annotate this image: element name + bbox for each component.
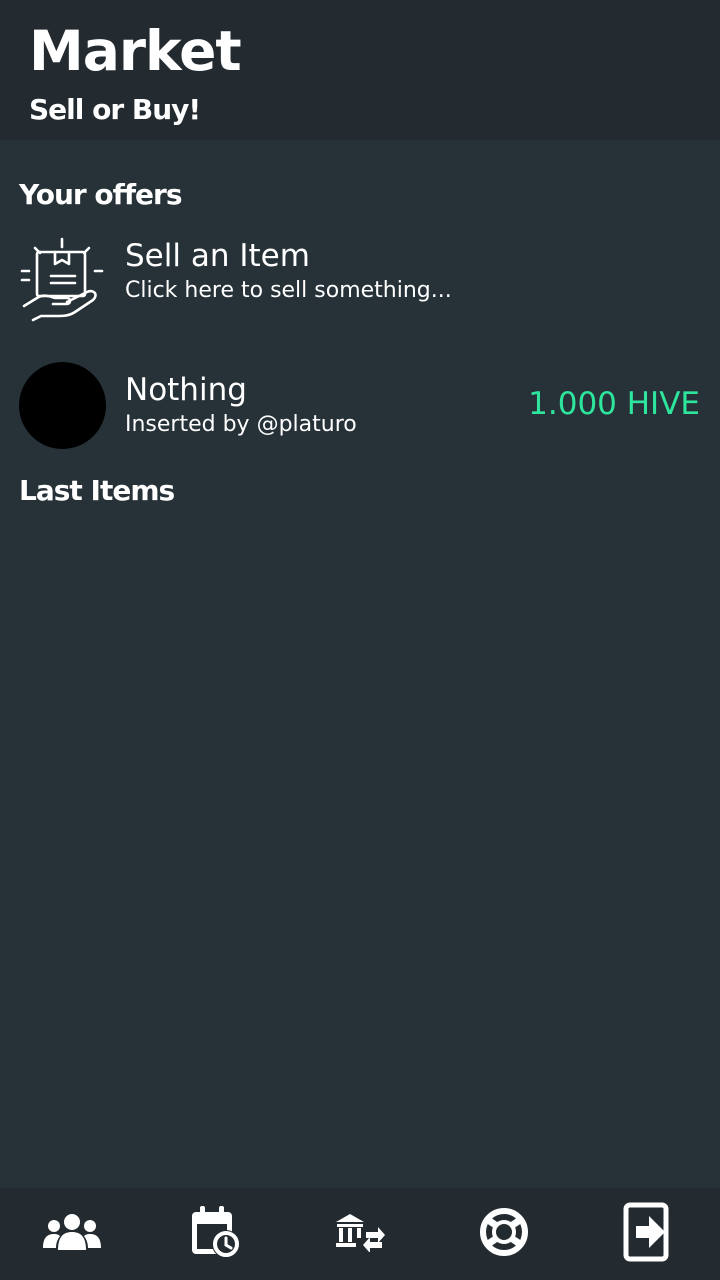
app-header: Market Sell or Buy!	[0, 0, 720, 140]
sell-item-button[interactable]: Sell an Item Click here to sell somethin…	[0, 236, 720, 336]
offer-name: Nothing	[125, 372, 247, 408]
sell-item-hint: Click here to sell something...	[125, 278, 452, 303]
sell-item-icon	[19, 236, 106, 323]
lifebuoy-icon	[479, 1207, 529, 1261]
offer-inserted-by: Inserted by @platuro	[125, 412, 357, 437]
bank-exchange-icon	[334, 1212, 386, 1256]
sell-item-label: Sell an Item	[125, 238, 310, 274]
logout-icon	[623, 1202, 673, 1266]
users-icon	[42, 1212, 102, 1256]
nav-logout-button[interactable]	[576, 1188, 720, 1280]
bottom-nav	[0, 1188, 720, 1280]
nav-support-button[interactable]	[432, 1188, 576, 1280]
last-items-heading: Last Items	[19, 474, 175, 507]
nav-calendar-button[interactable]	[144, 1188, 288, 1280]
offer-list-item[interactable]: Nothing Inserted by @platuro 1.000 HIVE	[0, 362, 720, 462]
nav-users-button[interactable]	[0, 1188, 144, 1280]
page-title: Market	[29, 19, 242, 83]
offer-price: 1.000 HIVE	[528, 386, 700, 422]
offer-avatar	[19, 362, 106, 449]
calendar-clock-icon	[190, 1204, 242, 1264]
your-offers-heading: Your offers	[19, 178, 182, 211]
nav-exchange-button[interactable]	[288, 1188, 432, 1280]
page-subtitle: Sell or Buy!	[29, 93, 201, 126]
